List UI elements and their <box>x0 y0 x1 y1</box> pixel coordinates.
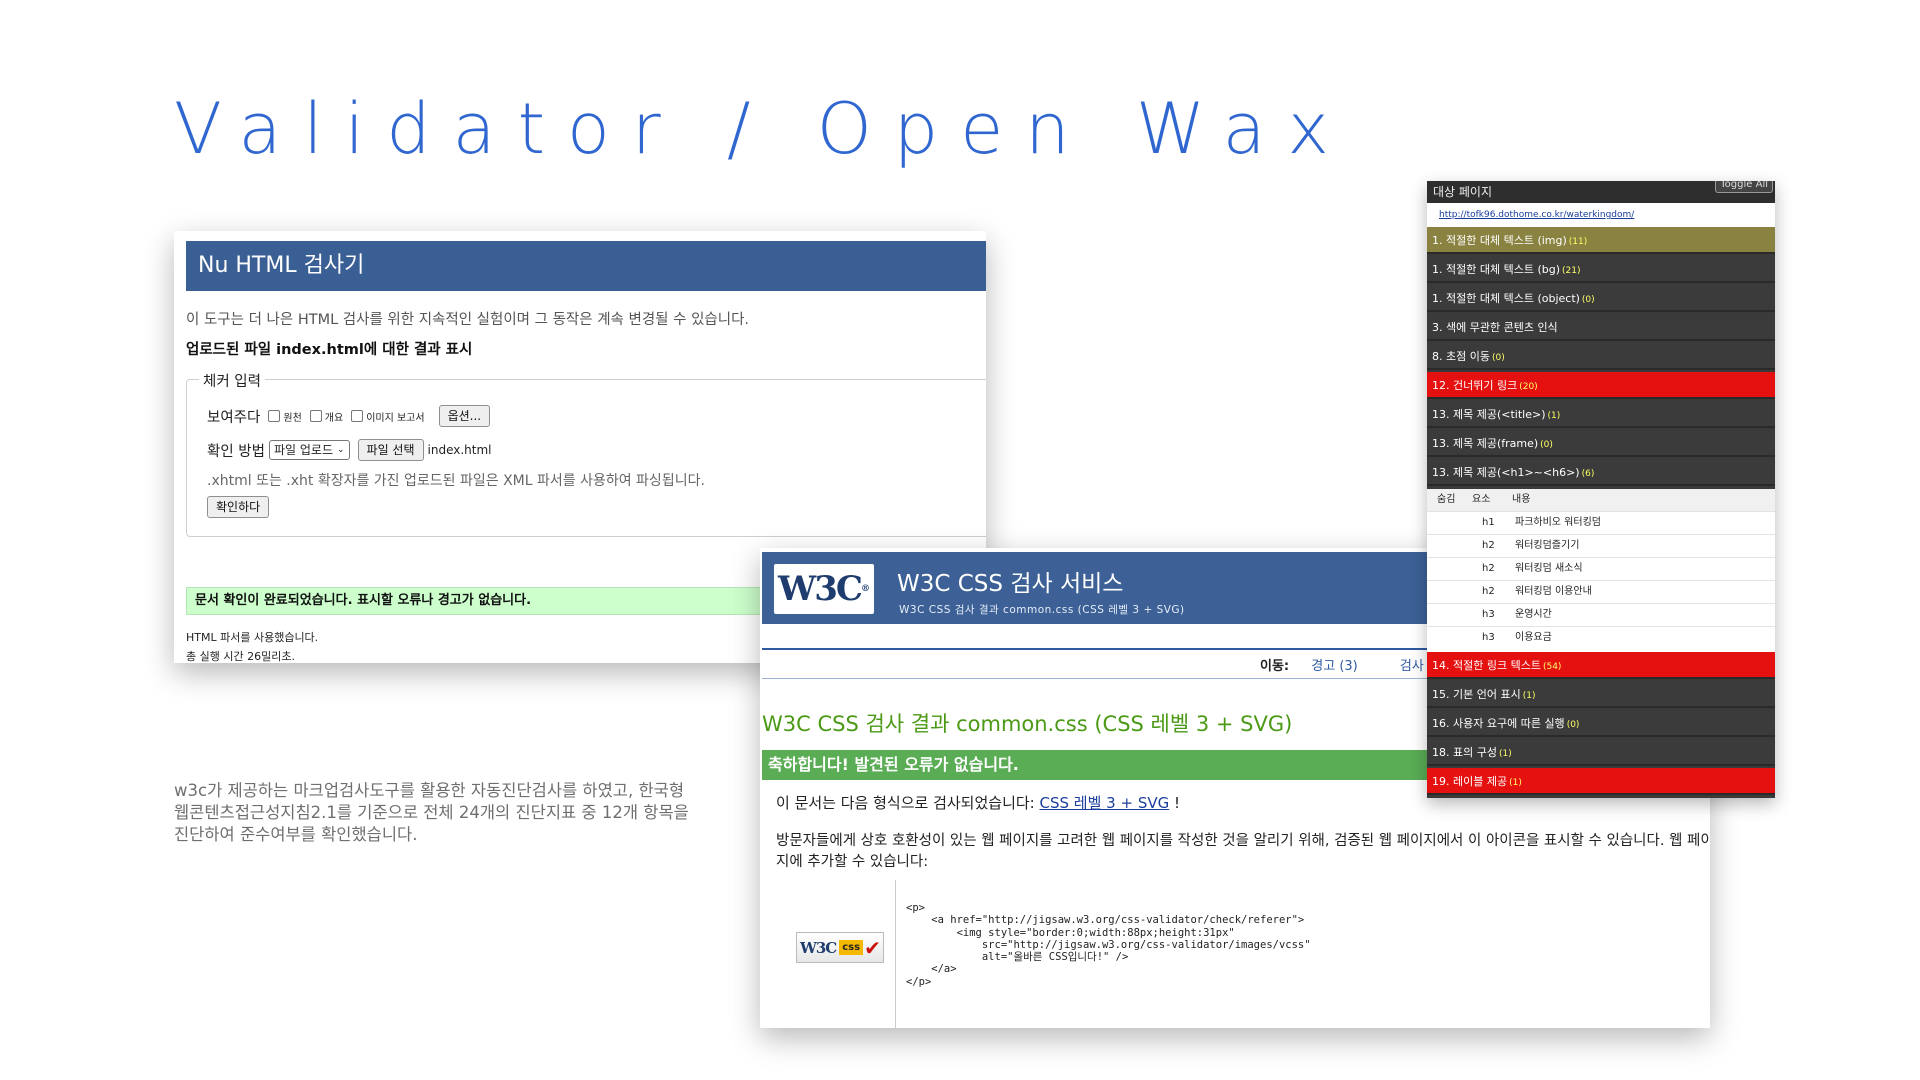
wax-item[interactable]: 19. 레이블 제공 (1) <box>1427 768 1775 795</box>
slide-title: Validator / Open Wax <box>174 88 1351 170</box>
wax-item[interactable]: 13. 제목 제공(frame) (0) <box>1427 430 1775 457</box>
warnings-link[interactable]: 경고 (3) <box>1311 659 1357 674</box>
wax-item[interactable]: 18. 표의 구성 (1) <box>1427 739 1775 766</box>
w3c-title: W3C CSS 검사 서비스 <box>897 571 1124 597</box>
open-wax-screenshot: 대상 페이지 Toggle All http://tofk96.dothome.… <box>1427 181 1775 798</box>
table-row: h3 운영시간 <box>1427 603 1775 626</box>
table-row: h1 파크하비오 워터킹덤 <box>1427 511 1775 534</box>
time-note: 총 실행 시간 26밀리초. <box>186 650 295 663</box>
xhtml-note: .xhtml 또는 .xht 확장자를 가진 업로드된 파일은 XML 파서를 … <box>207 473 705 489</box>
validated-link[interactable]: 검사 <box>1400 659 1424 674</box>
target-url-link[interactable]: http://tofk96.dothome.co.kr/waterkingdom… <box>1439 210 1634 220</box>
target-url: http://tofk96.dothome.co.kr/waterkingdom… <box>1427 203 1775 227</box>
source-checkbox[interactable]: 원천 <box>268 409 302 424</box>
jump-nav-label: 이동: <box>1260 659 1290 674</box>
toggle-all-button[interactable]: Toggle All <box>1715 181 1773 193</box>
slide-description: w3c가 제공하는 마크업검사도구를 활용한 자동진단검사를 하였고, 한국형웹… <box>174 781 689 844</box>
checker-input-legend: 체커 입력 <box>199 370 265 391</box>
visitors-note: 방문자들에게 상호 호환성이 있는 웹 페이지를 고려한 웹 페이지를 작성한 … <box>776 833 1710 870</box>
show-label: 보여주다 <box>207 409 261 426</box>
table-row: h2 워터킹덤즐기기 <box>1427 534 1775 557</box>
target-page-bar: 대상 페이지 Toggle All <box>1427 181 1775 203</box>
wax-item[interactable]: 3. 색에 무관한 콘텐츠 인식 <box>1427 314 1775 341</box>
checker-input-fieldset: 체커 입력 보여주다 원천 개요 이미지 보고서 옵션... 확인 방법 파일 … <box>186 370 986 537</box>
image-report-checkbox[interactable]: 이미지 보고서 <box>351 409 425 424</box>
method-label: 확인 방법 <box>207 443 265 460</box>
checkmark-icon: ✔ <box>864 935 881 960</box>
outline-checkbox[interactable]: 개요 <box>309 409 343 424</box>
wax-item[interactable]: 12. 건너뛰기 링크 (20) <box>1427 372 1775 399</box>
wax-item[interactable]: 1. 적절한 대체 텍스트 (img) (11) <box>1427 227 1775 254</box>
heading-table: 숨김 요소 내용 h1 파크하비오 워터킹덤 h2 워터킹덤즐기기 h2 워터킹덤 새… <box>1427 489 1775 652</box>
w3c-logo[interactable]: W3C ® <box>774 564 874 614</box>
wax-item[interactable]: 14. 적절한 링크 텍스트 (54) <box>1427 652 1775 679</box>
file-select-button[interactable]: 파일 선택 <box>357 439 424 461</box>
css-result-title: W3C CSS 검사 결과 common.css (CSS 레벨 3 + SVG… <box>762 712 1293 736</box>
format-note: 이 문서는 다음 형식으로 검사되었습니다: CSS 레벨 3 + SVG ! <box>776 794 1181 812</box>
nu-header: Nu HTML 검사기 <box>186 241 986 291</box>
check-method-row: 확인 방법 파일 업로드 ⌄ 파일 선택 index.html <box>207 439 492 461</box>
wax-item[interactable]: 1. 적절한 대체 텍스트 (object) (0) <box>1427 285 1775 312</box>
file-name: index.html <box>427 443 492 457</box>
wax-item[interactable]: 13. 제목 제공(<title>) (1) <box>1427 401 1775 428</box>
wax-item[interactable]: 1. 적절한 대체 텍스트 (bg) (21) <box>1427 256 1775 283</box>
w3c-subtitle: W3C CSS 검사 결과 common.css (CSS 레벨 3 + SVG… <box>899 604 1185 616</box>
nu-result-title: 업로드된 파일 index.html에 대한 결과 표시 <box>186 342 473 358</box>
wax-item[interactable]: 13. 제목 제공(<h1>~<h6>) (6) <box>1427 459 1775 486</box>
nu-note: 이 도구는 더 나은 HTML 검사를 위한 지속적인 실험이며 그 동작은 계… <box>186 312 750 328</box>
badge-code-snippet: <p> <a href="http://jigsaw.w3.org/css-va… <box>906 902 1311 988</box>
parser-note: HTML 파서를 사용했습니다. <box>186 631 319 644</box>
table-row: h3 이용요금 <box>1427 626 1775 649</box>
method-select[interactable]: 파일 업로드 ⌄ <box>268 440 350 460</box>
wax-item[interactable]: 15. 기본 언어 표시 (1) <box>1427 681 1775 708</box>
wax-item[interactable]: 16. 사용자 요구에 따른 실행 (0) <box>1427 710 1775 737</box>
table-header: 숨김 요소 내용 <box>1427 489 1775 511</box>
chevron-down-icon: ⌄ <box>336 445 345 455</box>
show-options-row: 보여주다 원천 개요 이미지 보고서 옵션... <box>207 405 491 427</box>
table-row: h2 워터킹덤 새소식 <box>1427 557 1775 580</box>
table-row: h2 워터킹덤 이용안내 <box>1427 580 1775 603</box>
css-level-link[interactable]: CSS 레벨 3 + SVG <box>1040 794 1170 812</box>
valid-css-badge: W3C css ✔ <box>796 932 884 963</box>
options-button[interactable]: 옵션... <box>438 405 491 427</box>
check-button[interactable]: 확인하다 <box>207 496 270 518</box>
wax-item[interactable]: 8. 초점 이동 (0) <box>1427 343 1775 370</box>
